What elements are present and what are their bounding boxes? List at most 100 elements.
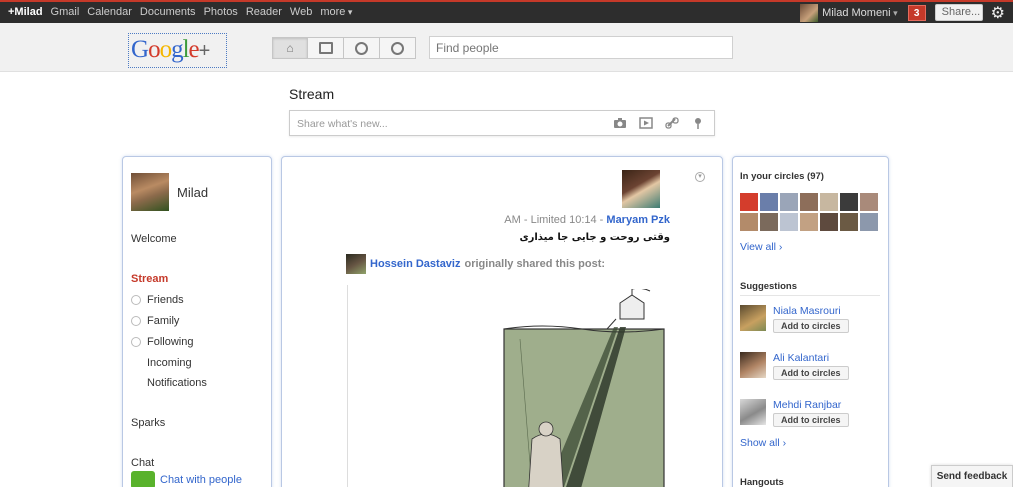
circle-member-avatar[interactable] <box>820 193 838 211</box>
profile-name[interactable]: Milad <box>177 185 208 200</box>
stream-post: ▾ AM - Limited 10:14 - Maryam Pzk وقتی ر… <box>281 156 723 487</box>
nav-calendar-link[interactable]: Calendar <box>83 4 136 21</box>
circle-radio-icon <box>131 295 141 305</box>
suggestion-avatar[interactable] <box>740 352 766 378</box>
sidebar-item-sparks[interactable]: Sparks <box>131 417 165 429</box>
post-options-chevron-icon[interactable]: ▾ <box>695 172 705 182</box>
reshared-suffix: originally shared this post: <box>464 258 606 270</box>
profile-avatar[interactable] <box>131 173 169 211</box>
nav-documents-link[interactable]: Documents <box>136 4 200 21</box>
video-icon[interactable] <box>638 116 654 130</box>
circles-icon <box>391 41 404 55</box>
google-plus-logo[interactable]: Google+ <box>128 33 227 68</box>
reshared-author-avatar[interactable] <box>346 254 366 274</box>
circle-member-avatar[interactable] <box>840 213 858 231</box>
post-timestamp[interactable]: AM - Limited 10:14 - <box>504 214 603 226</box>
circle-member-avatar[interactable] <box>780 213 798 231</box>
post-meta: AM - Limited 10:14 - Maryam Pzk <box>504 214 670 226</box>
page-title: Stream <box>289 86 335 102</box>
gear-icon[interactable]: ⚙ <box>991 3 1005 23</box>
circle-member-avatar[interactable] <box>780 193 798 211</box>
sidebar-item-following[interactable]: Following <box>131 336 193 348</box>
show-all-suggestions-link[interactable]: Show all › <box>740 437 786 449</box>
sidebar-item-label: Family <box>147 315 180 327</box>
add-to-circles-button[interactable]: Add to circles <box>773 366 849 380</box>
suggestion-name[interactable]: Mehdi Ranjbar <box>773 399 849 411</box>
left-sidebar: Milad Welcome Stream Friends Family Foll… <box>122 156 272 487</box>
suggestion-name[interactable]: Ali Kalantari <box>773 352 849 364</box>
photo-icon <box>318 42 333 54</box>
post-author-link[interactable]: Maryam Pzk <box>606 214 670 226</box>
suggestions-heading: Suggestions <box>740 281 880 296</box>
circle-member-avatar[interactable] <box>740 213 758 231</box>
circle-member-avatar[interactable] <box>860 193 878 211</box>
sidebar-item-stream[interactable]: Stream <box>131 273 168 285</box>
circle-radio-icon <box>131 316 141 326</box>
add-to-circles-button[interactable]: Add to circles <box>773 413 849 427</box>
circle-member-avatar[interactable] <box>740 193 758 211</box>
sidebar-item-incoming[interactable]: Incoming <box>147 357 192 369</box>
app-header: Google+ ⌂ <box>0 23 1013 72</box>
user-name-menu[interactable]: Milad Momeni <box>822 7 898 19</box>
chat-heading: Chat <box>131 457 155 469</box>
nav-profile-link[interactable]: +Milad <box>0 4 47 21</box>
circle-member-avatar[interactable] <box>760 193 778 211</box>
right-sidebar: In your circles (97) View all › Suggesti… <box>732 156 889 487</box>
camera-icon[interactable] <box>612 116 628 130</box>
sidebar-item-notifications[interactable]: Notifications <box>147 377 207 389</box>
suggestion-avatar[interactable] <box>740 305 766 331</box>
quote-divider <box>347 285 348 487</box>
view-all-circles-link[interactable]: View all › <box>740 241 782 253</box>
notification-count-badge[interactable]: 3 <box>907 4 926 21</box>
home-button[interactable]: ⌂ <box>272 37 308 59</box>
nav-more-menu[interactable]: more <box>316 4 356 21</box>
circle-member-avatar[interactable] <box>840 193 858 211</box>
find-people-input[interactable] <box>429 36 733 59</box>
circle-member-avatar[interactable] <box>800 193 818 211</box>
circle-member-avatar[interactable] <box>820 213 838 231</box>
suggestion-avatar[interactable] <box>740 399 766 425</box>
suggestion-name[interactable]: Niala Masrouri <box>773 305 849 317</box>
share-button[interactable]: Share... <box>934 4 983 21</box>
nav-gmail-link[interactable]: Gmail <box>47 4 84 21</box>
profile-button[interactable] <box>344 37 380 59</box>
circles-button[interactable] <box>380 37 416 59</box>
home-icon: ⌂ <box>286 41 294 55</box>
main-nav-buttons: ⌂ <box>272 37 416 59</box>
location-icon[interactable] <box>690 116 706 130</box>
reshared-author-link[interactable]: Hossein Dastaviz <box>370 258 460 270</box>
add-to-circles-button[interactable]: Add to circles <box>773 319 849 333</box>
send-feedback-button[interactable]: Send feedback <box>931 465 1013 487</box>
nav-photos-link[interactable]: Photos <box>200 4 242 21</box>
reshare-attribution: Hossein Dastaviz originally shared this … <box>346 254 605 274</box>
post-image[interactable] <box>502 289 667 487</box>
sidebar-item-family[interactable]: Family <box>131 315 179 327</box>
circles-avatar-grid <box>740 193 882 231</box>
profile-summary[interactable]: Milad <box>131 173 208 211</box>
circle-member-avatar[interactable] <box>760 213 778 231</box>
post-author-avatar[interactable] <box>622 170 660 208</box>
chat-with-people-link[interactable]: Chat with people <box>160 474 242 486</box>
nav-reader-link[interactable]: Reader <box>242 4 286 21</box>
photos-button[interactable] <box>308 37 344 59</box>
share-tools <box>612 116 706 130</box>
link-icon[interactable] <box>664 116 680 130</box>
circle-member-avatar[interactable] <box>800 213 818 231</box>
hangouts-heading: Hangouts <box>740 477 784 487</box>
top-nav: +Milad Gmail Calendar Documents Photos R… <box>0 4 356 21</box>
share-box[interactable]: Share what's new... <box>289 110 715 136</box>
top-bar-right: Milad Momeni 3 Share... ⚙ <box>800 2 1013 23</box>
sidebar-item-label: Friends <box>147 294 184 306</box>
circles-heading: In your circles (97) <box>740 171 824 182</box>
chat-bubble-icon <box>131 471 155 487</box>
chat-with-people[interactable]: Chat with people <box>131 471 242 487</box>
user-avatar[interactable] <box>800 3 819 22</box>
post-text: وقتی روحت و جایی جا میذاری <box>519 232 670 243</box>
suggestion-item: Ali Kalantari Add to circles <box>740 352 849 380</box>
share-placeholder: Share what's new... <box>297 118 388 130</box>
sidebar-item-welcome[interactable]: Welcome <box>131 233 177 245</box>
sidebar-item-friends[interactable]: Friends <box>131 294 184 306</box>
suggestion-item: Niala Masrouri Add to circles <box>740 305 849 333</box>
circle-member-avatar[interactable] <box>860 213 878 231</box>
nav-web-link[interactable]: Web <box>286 4 316 21</box>
